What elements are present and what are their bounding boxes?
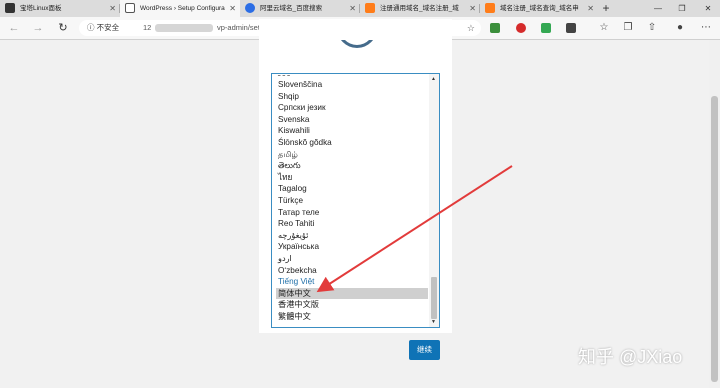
annotation-arrow <box>316 165 513 293</box>
zhihu-watermark: 知乎 @JXiao <box>578 347 683 367</box>
